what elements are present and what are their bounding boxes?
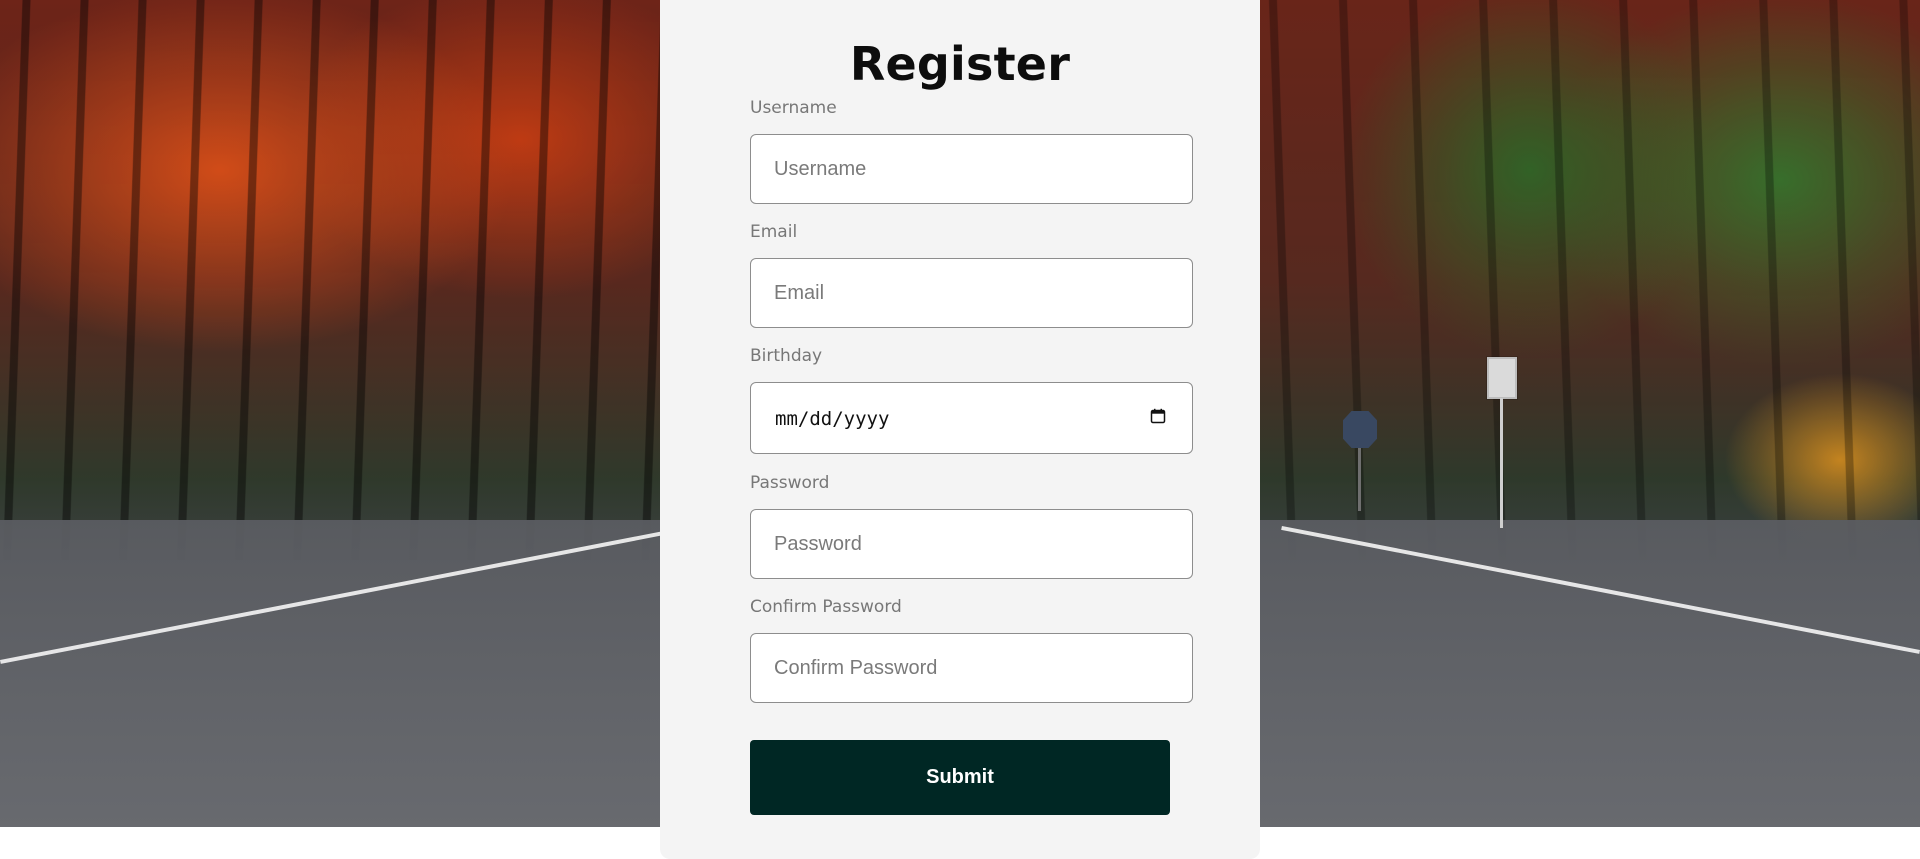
calendar-icon[interactable] xyxy=(1150,408,1166,424)
page-title: Register xyxy=(849,36,1071,91)
register-panel: Register Username Email Birthday mm/dd/y… xyxy=(660,0,1260,859)
autumn-trees-left xyxy=(0,0,660,560)
submit-button[interactable]: Submit xyxy=(750,740,1170,815)
road-badge xyxy=(1343,411,1377,448)
email-input[interactable] xyxy=(750,258,1193,328)
birthday-label: Birthday xyxy=(750,346,823,366)
road-sign xyxy=(1487,357,1517,399)
birthday-value: mm/dd/yyyy xyxy=(775,408,890,430)
password-input[interactable] xyxy=(750,509,1193,579)
username-input[interactable] xyxy=(750,134,1193,204)
road-badge-post xyxy=(1358,448,1361,511)
birthday-input[interactable]: mm/dd/yyyy xyxy=(750,382,1193,454)
password-label: Password xyxy=(750,473,830,493)
road-sign-post xyxy=(1500,398,1503,528)
confirm-password-input[interactable] xyxy=(750,633,1193,703)
username-label: Username xyxy=(750,98,837,118)
confirm-password-label: Confirm Password xyxy=(750,597,902,617)
email-label: Email xyxy=(750,222,798,242)
